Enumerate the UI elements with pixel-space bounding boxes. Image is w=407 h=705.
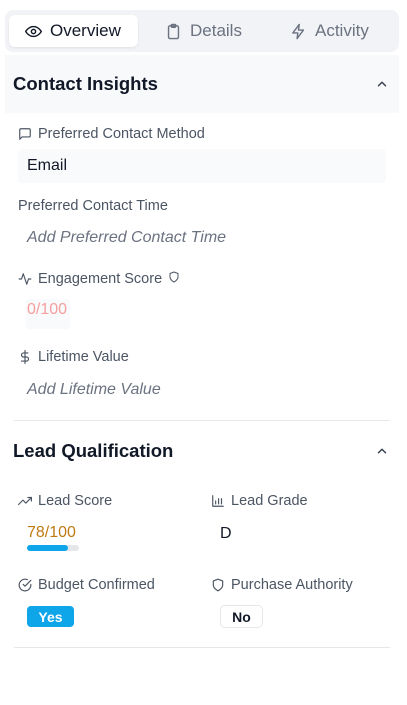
lifetime-value-input[interactable]: Add Lifetime Value <box>27 381 161 399</box>
budget-confirmed-badge[interactable]: Yes <box>27 606 74 627</box>
bar-chart-icon <box>212 495 224 507</box>
lead-grade-value: D <box>220 525 232 542</box>
bottom-divider <box>14 647 390 648</box>
activity-icon <box>18 273 32 285</box>
tab-bar: Overview Details Activity <box>5 10 399 52</box>
lead-grade-label: Lead Grade <box>211 493 308 509</box>
budget-confirmed-label: Budget Confirmed <box>18 577 155 593</box>
shield-icon <box>169 271 179 283</box>
lead-score-progress <box>27 545 79 551</box>
chevron-up-icon[interactable] <box>375 444 389 458</box>
tab-activity[interactable]: Activity <box>290 15 369 47</box>
dollar-icon <box>20 350 30 364</box>
tab-details-label: Details <box>190 21 242 40</box>
preferred-contact-method-field[interactable] <box>18 149 386 183</box>
lead-score-value: 78/100 <box>27 524 76 541</box>
preferred-contact-time-label: Preferred Contact Time <box>18 198 168 214</box>
eye-icon <box>25 25 42 37</box>
lightning-icon <box>292 23 305 39</box>
section-divider <box>14 420 390 421</box>
lifetime-value-label: Lifetime Value <box>18 349 129 365</box>
lead-qualification-title: Lead Qualification <box>13 440 174 461</box>
contact-insights-header[interactable]: Contact Insights <box>5 55 399 113</box>
lead-score-label: Lead Score <box>18 493 112 509</box>
preferred-contact-time-input[interactable]: Add Preferred Contact Time <box>27 229 226 247</box>
engagement-score-label: Engagement Score <box>18 271 180 287</box>
chevron-up-icon[interactable] <box>375 77 389 91</box>
trending-up-icon <box>18 496 32 506</box>
engagement-score-value: 0/100 <box>27 301 68 318</box>
tab-details[interactable]: Details <box>165 15 242 47</box>
check-circle-icon <box>18 578 32 592</box>
lead-score-progress-fill <box>27 545 68 551</box>
tab-activity-label: Activity <box>315 21 369 40</box>
message-icon <box>19 128 31 140</box>
lead-qualification-header[interactable]: Lead Qualification <box>5 422 399 480</box>
preferred-contact-method-label: Preferred Contact Method <box>18 126 205 142</box>
tab-overview[interactable]: Overview <box>9 15 138 47</box>
shield-icon <box>212 578 224 592</box>
tab-overview-label: Overview <box>50 21 121 40</box>
purchase-authority-label: Purchase Authority <box>211 577 353 593</box>
preferred-contact-method-value: Email <box>27 157 68 174</box>
clipboard-icon <box>167 23 180 39</box>
purchase-authority-badge[interactable]: No <box>220 605 263 628</box>
contact-insights-title: Contact Insights <box>13 73 158 94</box>
